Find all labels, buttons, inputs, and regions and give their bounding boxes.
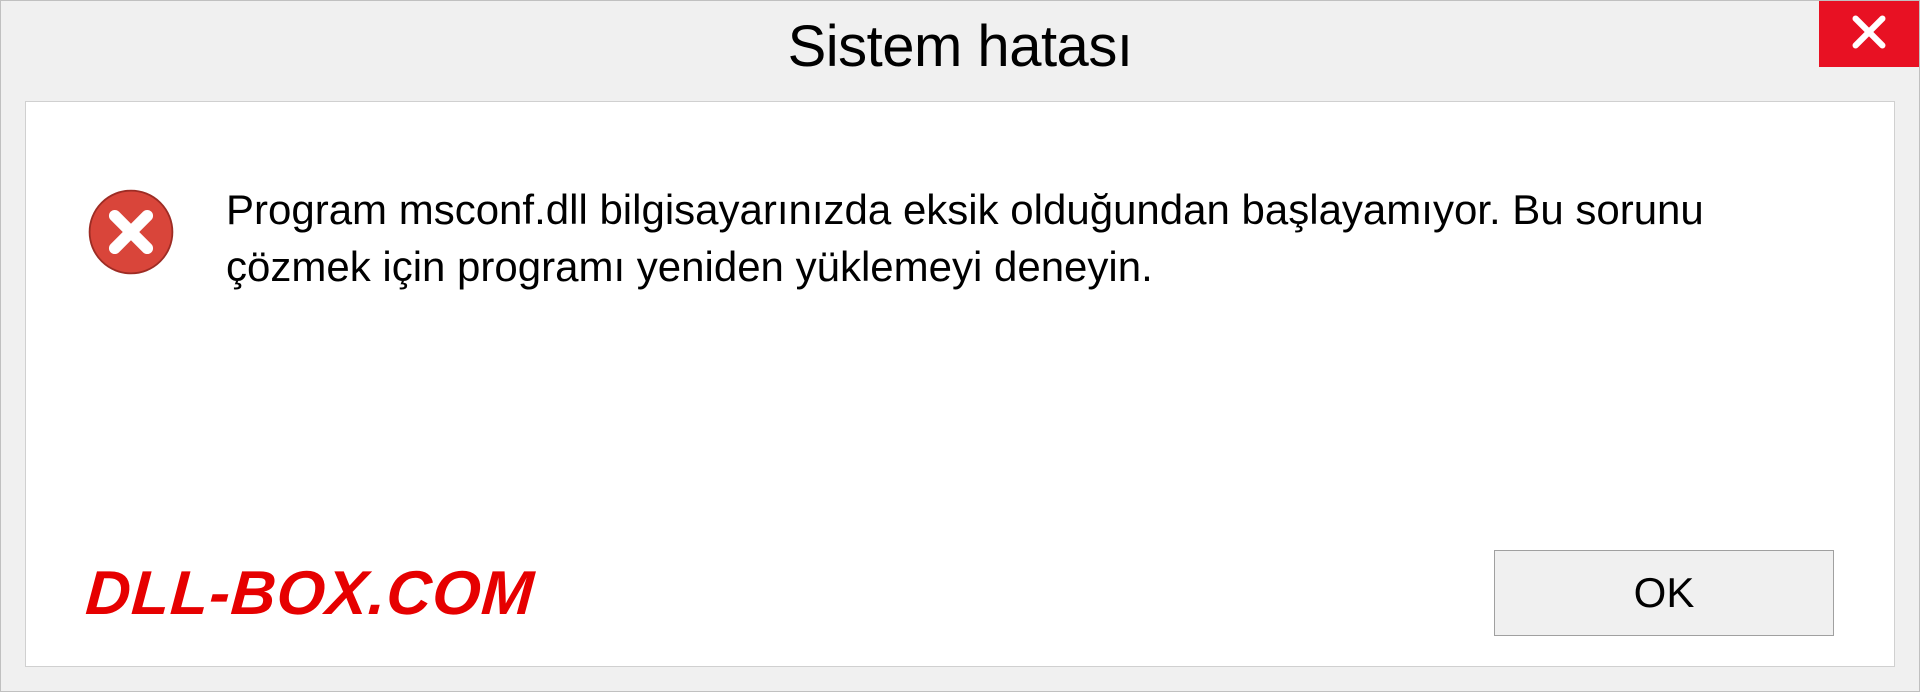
content-panel: Program msconf.dll bilgisayarınızda eksi… xyxy=(25,101,1895,667)
error-message: Program msconf.dll bilgisayarınızda eksi… xyxy=(226,182,1834,295)
watermark: DLL-BOX.COM xyxy=(84,558,537,629)
dialog-title: Sistem hatası xyxy=(788,13,1133,80)
close-button[interactable] xyxy=(1819,1,1919,67)
error-icon xyxy=(86,187,176,277)
message-row: Program msconf.dll bilgisayarınızda eksi… xyxy=(86,182,1834,295)
footer: DLL-BOX.COM OK xyxy=(86,520,1834,636)
ok-button[interactable]: OK xyxy=(1494,550,1834,636)
error-dialog: Sistem hatası Program msconf.dll bilgisa… xyxy=(0,0,1920,692)
close-icon xyxy=(1846,9,1892,60)
titlebar: Sistem hatası xyxy=(1,1,1919,101)
